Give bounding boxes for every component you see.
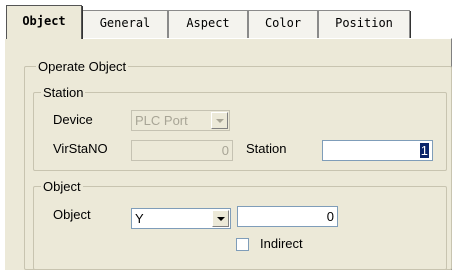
device-combo: PLC Port xyxy=(131,110,230,131)
station-field[interactable]: 1 xyxy=(322,140,433,161)
indirect-label: Indirect xyxy=(260,236,303,251)
object-group xyxy=(33,186,447,270)
tab-general[interactable]: General xyxy=(82,10,169,38)
indirect-checkbox[interactable] xyxy=(236,238,249,251)
object-type-value: Y xyxy=(135,211,144,226)
chevron-down-icon[interactable] xyxy=(212,210,229,227)
operate-object-title: Operate Object xyxy=(36,59,129,74)
object-title: Object xyxy=(41,179,83,194)
virstano-label: VirStaNO xyxy=(53,141,108,156)
station-title: Station xyxy=(41,85,86,100)
object-type-combo[interactable]: Y xyxy=(131,208,231,229)
tab-position[interactable]: Position xyxy=(318,10,411,38)
device-label: Device xyxy=(53,112,93,127)
tab-aspect[interactable]: Aspect xyxy=(168,10,249,38)
tab-color[interactable]: Color xyxy=(248,10,319,38)
device-value: PLC Port xyxy=(135,113,188,128)
tab-object[interactable]: Object xyxy=(6,5,83,39)
virstano-field: 0 xyxy=(131,140,233,161)
chevron-down-icon xyxy=(211,112,228,129)
object-label: Object xyxy=(53,207,91,222)
station-label: Station xyxy=(246,141,287,156)
station-value: 1 xyxy=(419,143,429,158)
object-address-field[interactable]: 0 xyxy=(237,206,338,227)
